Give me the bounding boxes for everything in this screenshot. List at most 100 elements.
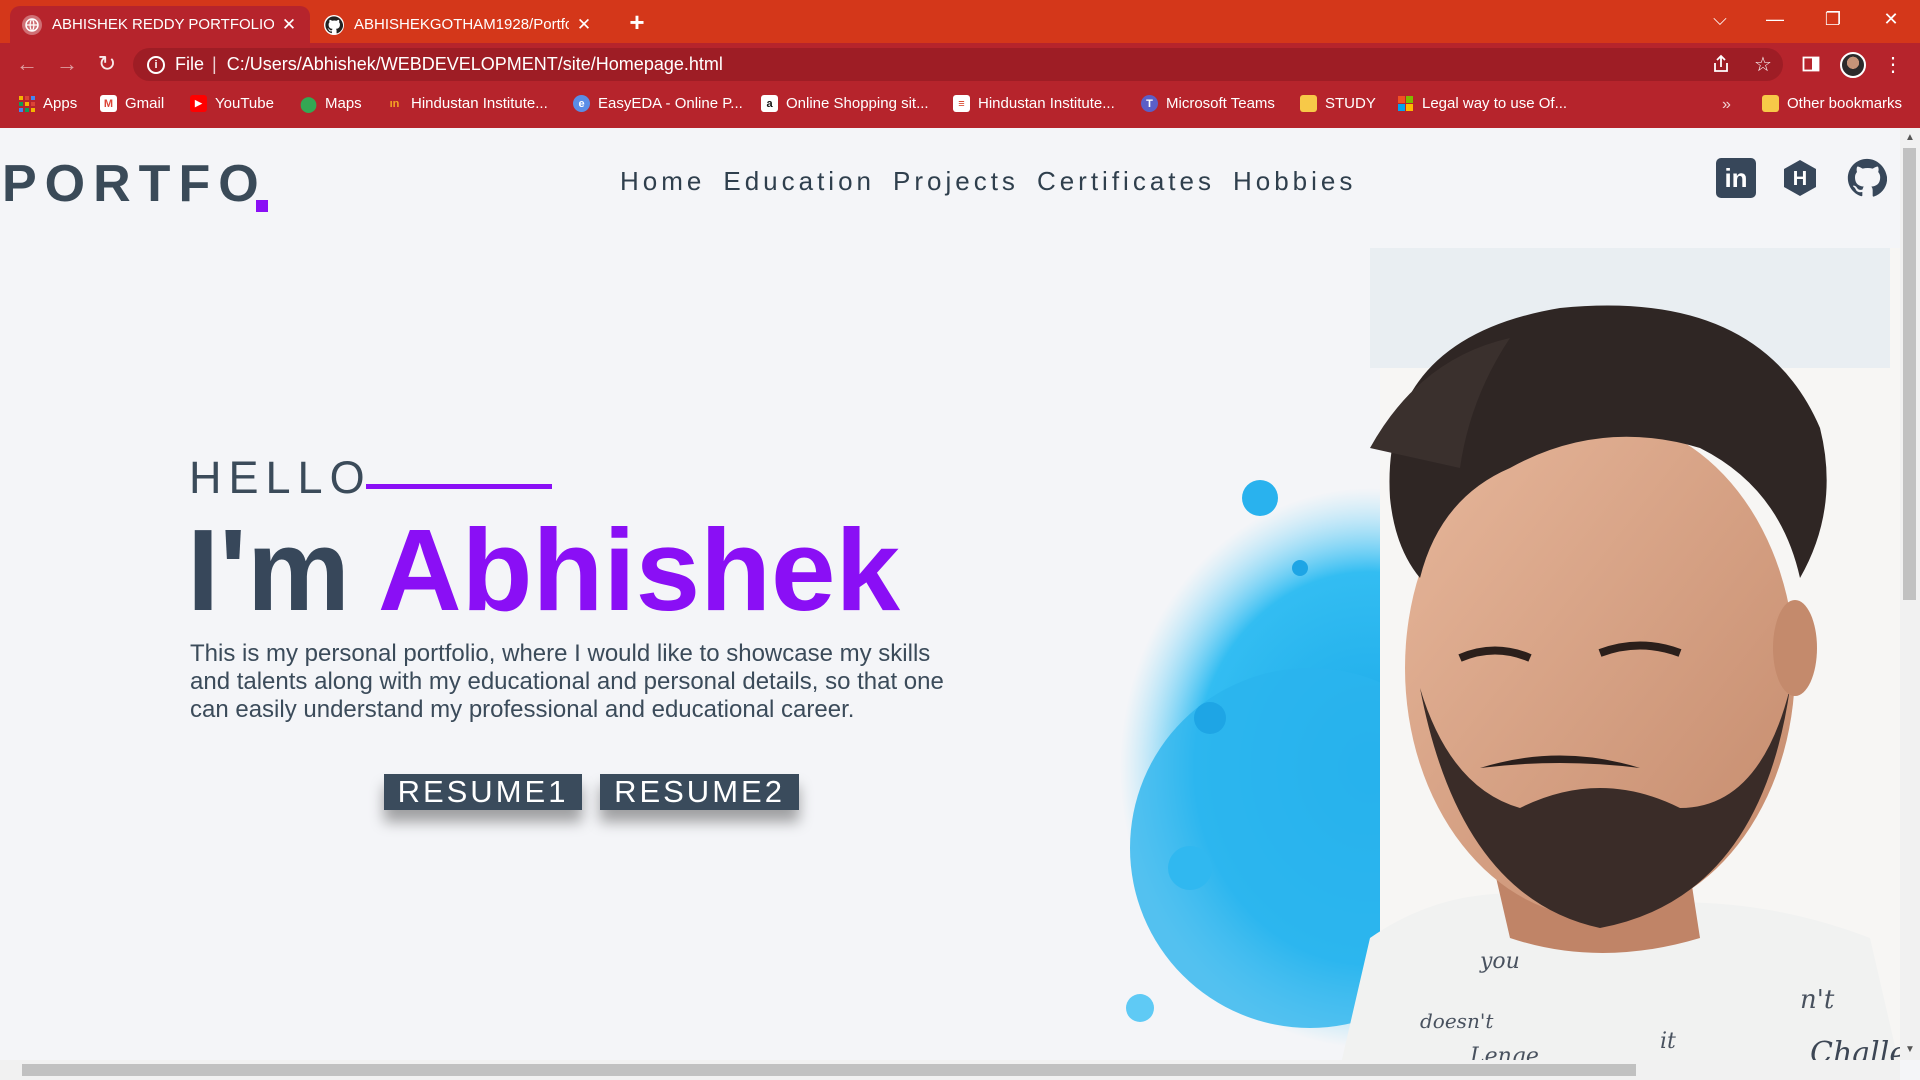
more-bookmarks-chevron-icon[interactable]: » — [1722, 96, 1731, 114]
bookmark-teams[interactable]: T Microsoft Teams — [1141, 95, 1275, 112]
bookmark-gmail[interactable]: M Gmail — [100, 95, 164, 112]
profile-avatar[interactable] — [1840, 52, 1866, 78]
address-bar[interactable]: i File | C:/Users/Abhishek/WEBDEVELOPMEN… — [133, 48, 1783, 81]
bookmark-amazon[interactable]: a Online Shopping sit... — [761, 95, 929, 112]
bookmark-label: Legal way to use Of... — [1422, 95, 1568, 112]
bookmark-label: YouTube — [215, 95, 274, 112]
vertical-scroll-thumb[interactable] — [1903, 148, 1916, 600]
bookmark-label: Apps — [43, 95, 78, 112]
tab-search-chevron-icon[interactable]: ⌵ — [1695, 0, 1745, 38]
bookmark-easyeda[interactable]: e EasyEDA - Online P... — [573, 95, 743, 112]
folder-icon — [1300, 95, 1317, 112]
bookmark-legal[interactable]: Legal way to use Of... — [1397, 95, 1567, 112]
back-arrow-icon[interactable]: ← — [14, 51, 40, 77]
minimize-icon[interactable]: — — [1750, 0, 1800, 38]
svg-text:doesn't: doesn't — [1420, 1009, 1494, 1033]
linkedin-glyph: in — [1724, 162, 1748, 193]
office-icon — [1397, 95, 1414, 112]
divider: | — [212, 54, 217, 74]
tab-title: ABHISHEKGOTHAM1928/Portfolio — [354, 16, 569, 33]
nav-home[interactable]: Home — [620, 166, 705, 197]
bookmark-label: Other bookmarks — [1787, 95, 1903, 112]
restore-icon[interactable]: ❐ — [1808, 0, 1858, 38]
resume2-button[interactable]: RESUME2 — [600, 774, 799, 810]
profile-photo: you doesn't n't Challen Lenge it — [1120, 248, 1900, 1060]
youtube-icon: ▶ — [190, 95, 207, 112]
bookmark-label: Maps — [325, 95, 362, 112]
main-nav: Home Education Projects Certificates Hob… — [620, 166, 1356, 197]
hashnode-icon[interactable]: H — [1780, 158, 1820, 198]
apps-grid-icon — [18, 95, 35, 112]
scroll-down-arrow-icon[interactable]: ▼ — [1905, 1044, 1915, 1055]
hero-headline: I'm Abhishek — [187, 503, 900, 637]
nav-projects[interactable]: Projects — [893, 166, 1019, 197]
bookmark-label: Microsoft Teams — [1166, 95, 1275, 112]
github-icon — [324, 14, 344, 35]
bookmark-maps[interactable]: ⬤ Maps — [300, 95, 362, 113]
teams-icon: T — [1141, 95, 1158, 112]
globe-icon — [22, 14, 42, 35]
gmail-icon: M — [100, 95, 117, 112]
greeting-underline — [366, 484, 552, 489]
bookmark-apps[interactable]: Apps — [18, 95, 77, 112]
linkedin-icon[interactable]: in — [1716, 158, 1756, 198]
new-tab-plus-icon[interactable]: + — [624, 7, 650, 37]
scroll-up-arrow-icon[interactable]: ▲ — [1905, 132, 1915, 143]
headline-prefix: I'm — [187, 505, 350, 635]
svg-text:Challen: Challen — [1810, 1036, 1900, 1060]
bookmarks-bar: Apps M Gmail ▶ YouTube ⬤ Maps ın Hindust… — [0, 86, 1920, 128]
nav-education[interactable]: Education — [723, 166, 875, 197]
forward-arrow-icon[interactable]: → — [54, 51, 80, 77]
window-close-icon[interactable]: ✕ — [1866, 0, 1916, 38]
side-panel-icon[interactable] — [1798, 51, 1824, 77]
bookmark-label: Gmail — [125, 95, 165, 112]
svg-text:you: you — [1479, 949, 1520, 974]
site-logo[interactable]: PORTFO — [2, 154, 267, 214]
resume1-button[interactable]: RESUME1 — [384, 774, 582, 810]
info-icon[interactable]: i — [147, 55, 165, 74]
github-icon[interactable] — [1847, 158, 1887, 198]
nav-certificates[interactable]: Certificates — [1037, 166, 1215, 197]
bookmark-star-icon[interactable]: ☆ — [1750, 51, 1776, 77]
logo-accent-dot — [256, 200, 268, 212]
portfolio-page: PORTFO Home Education Projects Certifica… — [0, 128, 1900, 1060]
nav-hobbies[interactable]: Hobbies — [1233, 166, 1356, 197]
document-icon: ≡ — [953, 95, 970, 112]
hindustan-icon: ın — [389, 97, 400, 110]
hero-greeting: HELLO — [189, 452, 372, 503]
bookmark-label: STUDY — [1325, 95, 1376, 112]
hashnode-glyph: H — [1793, 168, 1807, 190]
tab-portfolio[interactable]: ABHISHEK REDDY PORTFOLIO ✕ — [10, 6, 310, 43]
browser-tab-bar: ABHISHEK REDDY PORTFOLIO ✕ ABHISHEKGOTHA… — [0, 0, 1920, 43]
headline-name: Abhishek — [377, 505, 901, 635]
vertical-scrollbar[interactable]: ▲ ▼ — [1900, 128, 1920, 1060]
easyeda-icon: e — [573, 95, 590, 112]
menu-kebab-icon[interactable]: ⋮ — [1880, 51, 1906, 77]
tab-github[interactable]: ABHISHEKGOTHAM1928/Portfolio ✕ — [312, 6, 605, 43]
svg-text:n't: n't — [1800, 985, 1835, 1015]
bookmark-label: Hindustan Institute... — [411, 95, 548, 112]
maps-icon: ⬤ — [300, 95, 317, 113]
browser-toolbar: ← → ↻ i File | C:/Users/Abhishek/WEBDEVE… — [0, 43, 1920, 86]
hero-intro: This is my personal portfolio, where I w… — [190, 640, 944, 723]
bookmark-hindustan-1[interactable]: ın Hindustan Institute... — [386, 95, 548, 112]
bookmark-study[interactable]: STUDY — [1300, 95, 1376, 112]
scheme-label: File — [175, 54, 205, 74]
bookmark-label: Online Shopping sit... — [786, 95, 929, 112]
bookmark-hindustan-2[interactable]: ≡ Hindustan Institute... — [953, 95, 1115, 112]
folder-icon — [1762, 95, 1779, 112]
horizontal-scrollbar[interactable] — [0, 1060, 1900, 1080]
amazon-icon: a — [761, 95, 778, 112]
bookmark-label: EasyEDA - Online P... — [598, 95, 743, 112]
svg-text:it: it — [1660, 1029, 1676, 1054]
bookmark-youtube[interactable]: ▶ YouTube — [190, 95, 274, 112]
horizontal-scroll-thumb[interactable] — [22, 1064, 1636, 1076]
bookmark-label: Hindustan Institute... — [978, 95, 1115, 112]
tab-title: ABHISHEK REDDY PORTFOLIO — [52, 16, 274, 33]
close-tab-icon[interactable]: ✕ — [280, 15, 298, 34]
bookmark-other[interactable]: Other bookmarks — [1762, 95, 1902, 112]
close-tab-icon[interactable]: ✕ — [575, 15, 593, 34]
share-icon[interactable] — [1708, 51, 1734, 77]
reload-icon[interactable]: ↻ — [94, 51, 120, 77]
url-text: C:/Users/Abhishek/WEBDEVELOPMENT/site/Ho… — [226, 54, 723, 74]
